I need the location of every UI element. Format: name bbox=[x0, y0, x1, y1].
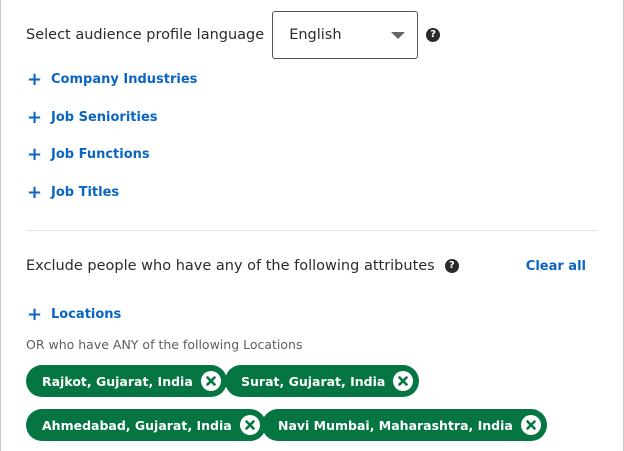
add-link-label: Locations bbox=[51, 307, 122, 322]
chip-label: Navi Mumbai, Maharashtra, India bbox=[278, 417, 513, 433]
add-company-industries-link[interactable]: + Company Industries bbox=[27, 68, 198, 90]
chip-label: Rajkot, Gujarat, India bbox=[42, 373, 193, 389]
remove-chip-icon[interactable] bbox=[393, 371, 414, 391]
remove-chip-icon[interactable] bbox=[200, 371, 221, 391]
question-circle-icon[interactable]: ? bbox=[426, 28, 441, 42]
add-job-titles-link[interactable]: + Job Titles bbox=[27, 181, 120, 203]
language-row: Select audience profile language English… bbox=[26, 11, 441, 59]
add-link-label: Job Functions bbox=[51, 147, 150, 162]
exclude-header: Exclude people who have any of the follo… bbox=[26, 255, 586, 277]
add-locations-link[interactable]: + Locations bbox=[27, 303, 122, 325]
clear-all-button[interactable]: Clear all bbox=[526, 259, 586, 274]
chip-label: Surat, Gujarat, India bbox=[241, 373, 386, 389]
exclude-label: Exclude people who have any of the follo… bbox=[26, 258, 435, 274]
question-circle-icon[interactable]: ? bbox=[444, 259, 459, 273]
add-link-label: Job Seniorities bbox=[51, 110, 158, 125]
chip-label: Ahmedabad, Gujarat, India bbox=[42, 417, 232, 433]
add-link-label: Company Industries bbox=[51, 72, 198, 87]
plus-icon: + bbox=[27, 303, 43, 325]
add-job-functions-link[interactable]: + Job Functions bbox=[27, 143, 150, 165]
plus-icon: + bbox=[27, 143, 43, 165]
plus-icon: + bbox=[27, 106, 43, 128]
language-label: Select audience profile language bbox=[26, 27, 265, 43]
remove-chip-icon[interactable] bbox=[520, 415, 541, 435]
or-locations-text: OR who have ANY of the following Locatio… bbox=[26, 337, 303, 352]
location-chip: Navi Mumbai, Maharashtra, India bbox=[262, 409, 547, 441]
plus-icon: + bbox=[27, 181, 43, 203]
remove-chip-icon[interactable] bbox=[239, 415, 260, 435]
location-chip: Rajkot, Gujarat, India bbox=[26, 365, 227, 397]
language-select-value: English bbox=[289, 27, 342, 43]
location-chip: Ahmedabad, Gujarat, India bbox=[26, 409, 266, 441]
location-chip: Surat, Gujarat, India bbox=[225, 365, 420, 397]
chevron-down-icon bbox=[391, 31, 406, 39]
add-job-seniorities-link[interactable]: + Job Seniorities bbox=[27, 106, 158, 128]
add-link-label: Job Titles bbox=[51, 185, 120, 200]
language-select[interactable]: English bbox=[272, 11, 419, 59]
plus-icon: + bbox=[27, 68, 43, 90]
section-divider bbox=[26, 230, 598, 231]
